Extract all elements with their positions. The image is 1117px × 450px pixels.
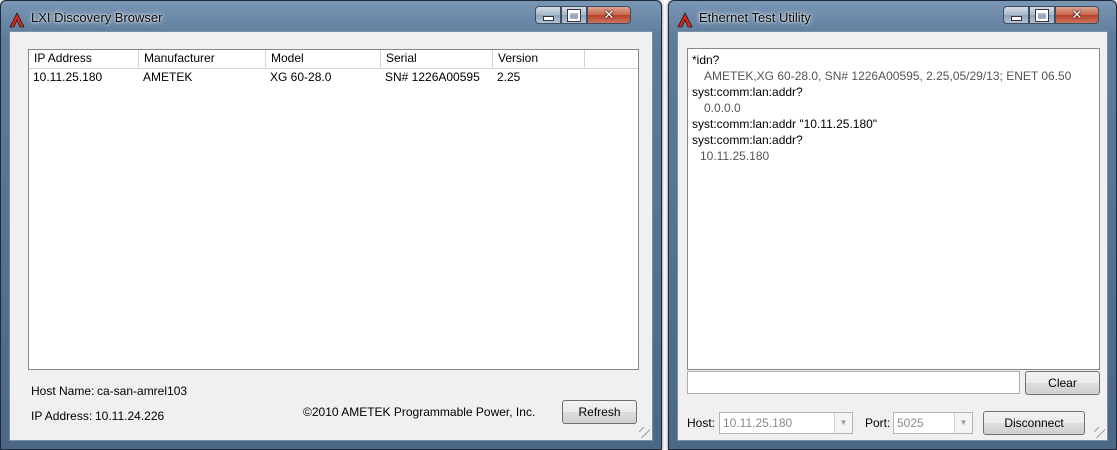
- console-line: *idn?: [692, 53, 720, 67]
- list-header: IP Address Manufacturer Model Serial Ver…: [29, 50, 638, 69]
- port-label: Port:: [865, 416, 891, 430]
- host-combo-value: 10.11.25.180: [723, 416, 793, 430]
- maximize-icon: [567, 8, 581, 22]
- column-header-model[interactable]: Model: [266, 50, 381, 68]
- lxi-discovery-window: LXI Discovery Browser ✕ IP Address Manuf…: [0, 0, 662, 450]
- close-icon: ✕: [603, 7, 615, 23]
- console-line: AMETEK,XG 60-28.0, SN# 1226A00595, 2.25,…: [704, 69, 1072, 83]
- close-button[interactable]: ✕: [587, 6, 631, 24]
- resize-grip[interactable]: [639, 427, 650, 438]
- table-row[interactable]: 10.11.25.180 AMETEK XG 60-28.0 SN# 1226A…: [29, 69, 638, 86]
- command-input[interactable]: [687, 371, 1020, 394]
- cell-version: 2.25: [497, 70, 521, 84]
- console-line: syst:comm:lan:addr?: [692, 133, 803, 147]
- window-title: LXI Discovery Browser: [31, 10, 163, 25]
- console-line: syst:comm:lan:addr?: [692, 85, 803, 99]
- disconnect-button[interactable]: Disconnect: [983, 411, 1085, 435]
- port-combo-value: 5025: [897, 416, 924, 430]
- ip-address-value: 10.11.24.226: [95, 409, 165, 423]
- minimize-button[interactable]: [535, 6, 561, 24]
- console-line: syst:comm:lan:addr "10.11.25.180": [692, 117, 878, 131]
- column-header-serial[interactable]: Serial: [381, 50, 493, 68]
- host-name-label: Host Name:: [31, 384, 95, 398]
- host-name-value: ca-san-amrel103: [97, 384, 188, 398]
- console-line: 0.0.0.0: [704, 101, 741, 115]
- window-title: Ethernet Test Utility: [699, 10, 811, 25]
- host-label: Host:: [687, 416, 716, 430]
- minimize-icon: [1010, 15, 1022, 21]
- host-combo[interactable]: 10.11.25.180 ▼: [719, 412, 853, 434]
- cell-serial: SN# 1226A00595: [385, 70, 480, 84]
- column-header-ip-address[interactable]: IP Address: [29, 50, 139, 68]
- column-header-version[interactable]: Version: [493, 50, 585, 68]
- cell-ip-address: 10.11.25.180: [33, 70, 103, 84]
- cell-model: XG 60-28.0: [270, 70, 332, 84]
- refresh-button[interactable]: Refresh: [562, 400, 637, 424]
- minimize-icon: [542, 15, 554, 21]
- console-line: 10.11.25.180: [700, 149, 770, 163]
- close-icon: ✕: [1071, 7, 1083, 23]
- cell-manufacturer: AMETEK: [143, 70, 193, 84]
- copyright-text: ©2010 AMETEK Programmable Power, Inc.: [303, 405, 536, 419]
- window-controls: ✕: [535, 6, 631, 26]
- instrument-list[interactable]: IP Address Manufacturer Model Serial Ver…: [28, 49, 639, 370]
- console-output[interactable]: *idn? AMETEK,XG 60-28.0, SN# 1226A00595,…: [687, 48, 1100, 370]
- chevron-down-icon[interactable]: ▼: [834, 413, 852, 433]
- ametek-logo-icon: [677, 12, 693, 28]
- ametek-logo-icon: [9, 12, 25, 28]
- maximize-button[interactable]: [561, 6, 587, 24]
- chevron-down-icon[interactable]: ▼: [954, 413, 972, 433]
- column-header-manufacturer[interactable]: Manufacturer: [139, 50, 266, 68]
- maximize-icon: [1035, 8, 1049, 22]
- ethernet-test-window: Ethernet Test Utility ✕ *idn? AMETEK,XG …: [668, 0, 1117, 450]
- maximize-button[interactable]: [1029, 6, 1055, 24]
- resize-grip[interactable]: [1094, 427, 1105, 438]
- discovery-client-area: IP Address Manufacturer Model Serial Ver…: [9, 31, 653, 441]
- ethernet-client-area: *idn? AMETEK,XG 60-28.0, SN# 1226A00595,…: [677, 31, 1108, 441]
- port-combo[interactable]: 5025 ▼: [893, 412, 973, 434]
- minimize-button[interactable]: [1003, 6, 1029, 24]
- close-button[interactable]: ✕: [1055, 6, 1099, 24]
- window-controls: ✕: [1003, 6, 1099, 26]
- clear-button[interactable]: Clear: [1025, 371, 1100, 395]
- ip-address-label: IP Address:: [31, 409, 93, 423]
